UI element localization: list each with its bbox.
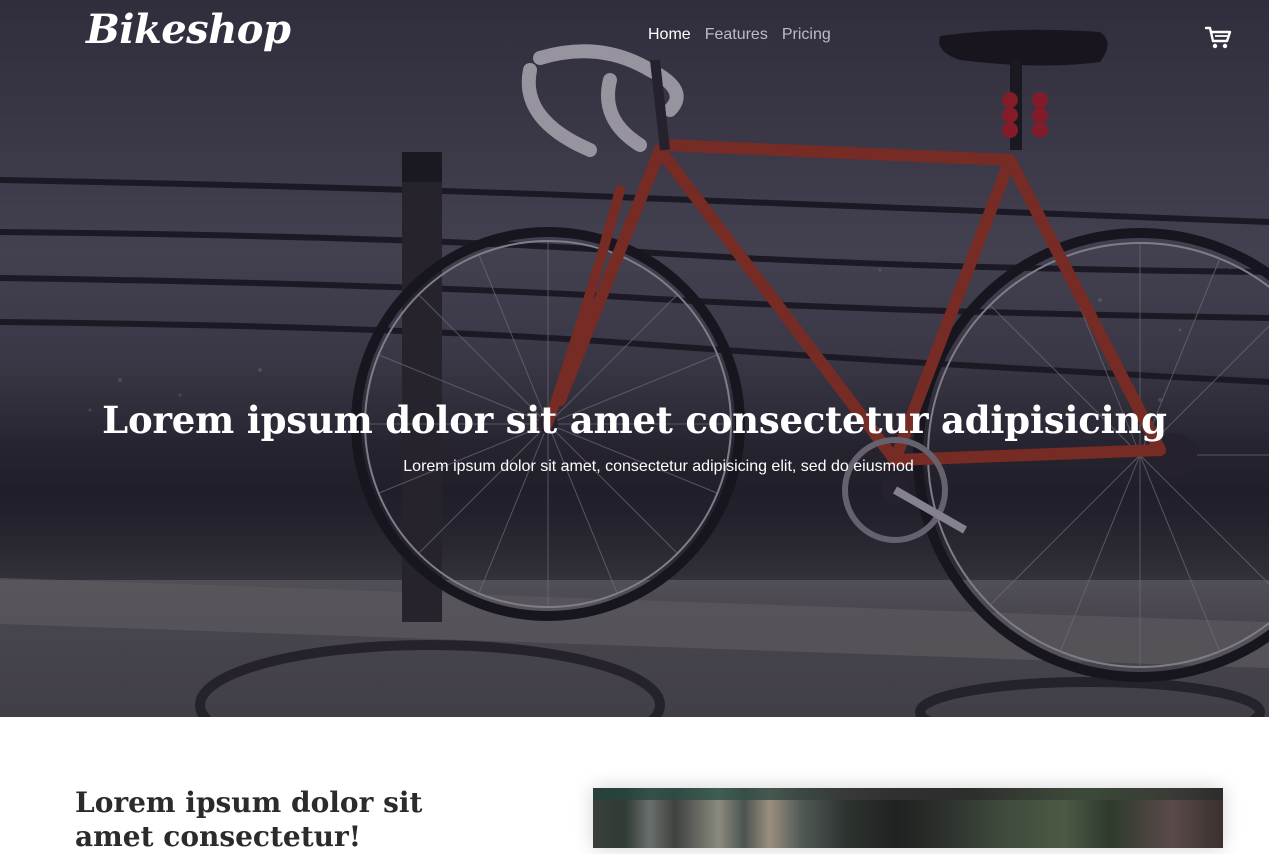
feature-image bbox=[593, 788, 1223, 848]
hero-section: Bikeshop Home Features Pricing Lorem ips… bbox=[0, 0, 1269, 717]
feature-image-top-strip bbox=[593, 788, 1223, 800]
hero-overlay bbox=[0, 0, 1269, 717]
hero-title: Lorem ipsum dolor sit amet consectetur a… bbox=[102, 398, 1167, 442]
section-heading: Lorem ipsum dolor sit amet consectetur! bbox=[75, 786, 423, 853]
nav-link-pricing[interactable]: Pricing bbox=[782, 26, 831, 44]
nav-link-features[interactable]: Features bbox=[705, 26, 768, 44]
nav-link-home[interactable]: Home bbox=[648, 26, 691, 44]
shopping-cart-icon[interactable] bbox=[1204, 24, 1232, 50]
main-nav: Home Features Pricing bbox=[648, 26, 831, 44]
hero-subtitle: Lorem ipsum dolor sit amet, consectetur … bbox=[403, 458, 914, 475]
brand-logo[interactable]: Bikeshop bbox=[86, 6, 291, 53]
